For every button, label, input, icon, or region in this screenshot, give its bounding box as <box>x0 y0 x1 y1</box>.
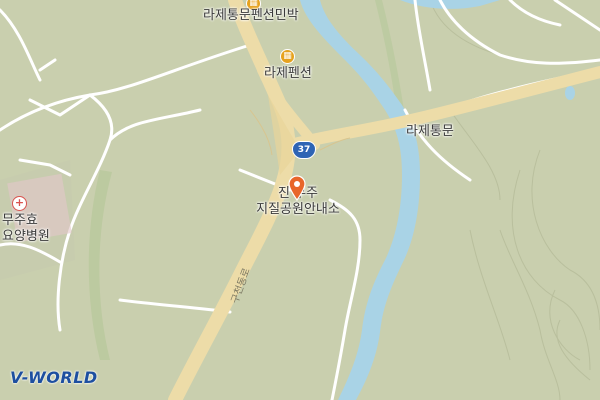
vworld-logo: V-WORLD <box>10 368 98 387</box>
location-pin-icon[interactable] <box>288 175 306 201</box>
label-hospital-line2: 요양병원 <box>2 228 50 244</box>
label-visitor-center-line2: 지질공원안내소 <box>256 201 340 217</box>
label-pension-minbak[interactable]: 라제통문펜션민박 <box>203 8 299 24</box>
label-hospital[interactable]: 무주효 요양병원 <box>2 213 50 244</box>
route-shield: 37 <box>292 141 316 159</box>
lodging-icon[interactable]: ▦ <box>280 49 295 64</box>
hospital-icon[interactable]: + <box>12 196 27 211</box>
label-hospital-line1: 무주효 <box>2 213 38 228</box>
label-tunnel[interactable]: 라제통문 <box>406 124 454 140</box>
map-view[interactable]: ▦ 라제통문펜션민박 ▦ 라제펜션 라제통문 37 진 무주 지질공원안내소 +… <box>0 0 600 400</box>
label-pension[interactable]: 라제펜션 <box>264 66 312 82</box>
